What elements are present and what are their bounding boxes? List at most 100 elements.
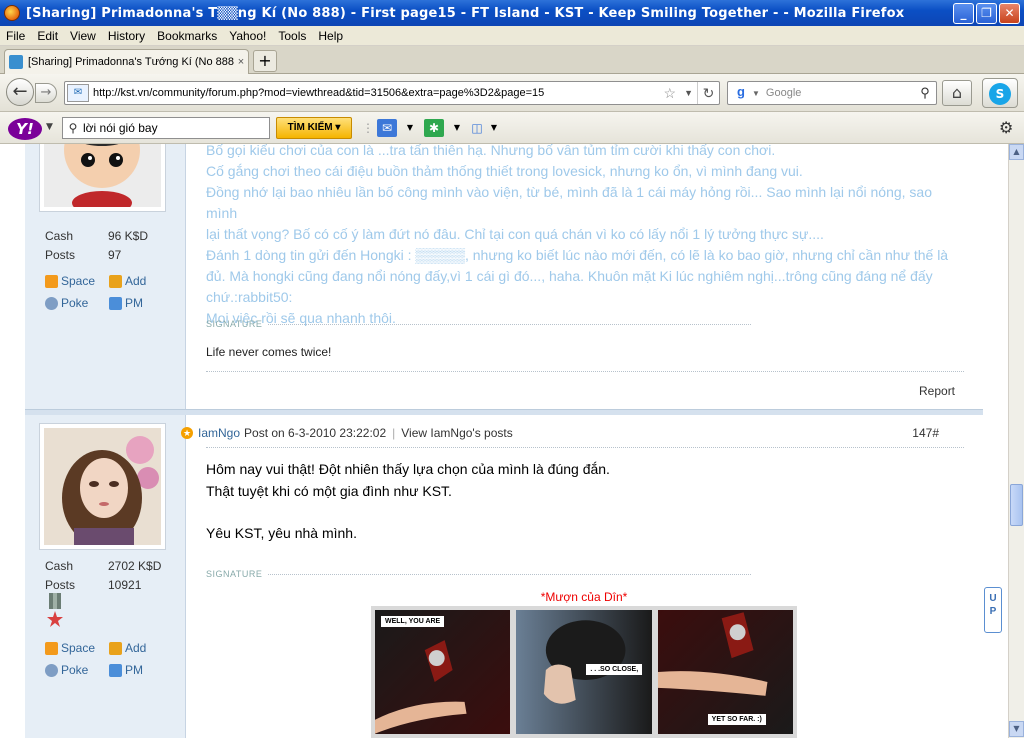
tab-label: [Sharing] Primadonna's Tướng Kí (No 888)… xyxy=(28,56,234,68)
menu-view[interactable]: View xyxy=(64,29,102,43)
post-message: Bố gọi kiểu chơi của con là ...tra tấn t… xyxy=(206,144,949,326)
poke-icon xyxy=(45,663,58,677)
cash-stat: Cash 96 K$D xyxy=(45,229,149,243)
posts-stat: Posts 10921 xyxy=(45,578,142,592)
signature-caption: *Mượn của Dîn* xyxy=(540,590,628,604)
divider xyxy=(206,371,964,372)
mail-icon[interactable]: ✉ xyxy=(377,119,397,137)
yahoo-dropdown-icon[interactable]: ▼ xyxy=(46,122,53,132)
report-link[interactable]: Report xyxy=(919,384,955,398)
yahoo-search-input[interactable]: lời nói gió bay xyxy=(83,121,158,135)
yahoo-toolbar: Y! ▼ ⚲ lời nói gió bay TÌM KIẾM ▾ ⋮ ✉ ▼ … xyxy=(0,112,1024,144)
add-friend-icon xyxy=(109,641,122,655)
site-identity-icon[interactable]: ✉ xyxy=(67,84,89,102)
post-author-sidebar: Cash 2702 K$D Posts 10921 Space Add Poke P… xyxy=(25,415,186,738)
google-engine-icon[interactable]: g xyxy=(732,84,750,102)
scroll-down-icon[interactable]: ▼ xyxy=(1009,721,1024,737)
mail-dropdown-icon[interactable]: ▼ xyxy=(400,119,420,137)
divider xyxy=(206,447,964,448)
post-author-sidebar: Cash 96 K$D Posts 97 Space Add Poke PM xyxy=(25,144,186,409)
add-friend-link[interactable]: Add xyxy=(109,274,146,288)
home-button[interactable]: ⌂ xyxy=(942,80,972,106)
skype-button[interactable]: S xyxy=(982,78,1018,108)
maximize-button[interactable]: ❐ xyxy=(976,2,997,24)
signature-header: SIGNATURE xyxy=(206,317,751,331)
minimize-button[interactable]: _ xyxy=(953,2,974,24)
poke-link[interactable]: Poke xyxy=(45,296,88,310)
comic-caption: WELL, YOU ARE xyxy=(381,616,445,627)
search-icon[interactable]: ⚲ xyxy=(914,85,936,101)
menu-bar: File Edit View History Bookmarks Yahoo! … xyxy=(0,26,1024,46)
post-header: ★ IamNgo Post on 6-3-2010 23:22:02 | Vie… xyxy=(181,423,939,443)
url-dropdown-icon[interactable]: ▼ xyxy=(680,88,697,98)
bookmark-star-icon[interactable]: ☆ xyxy=(660,85,681,102)
menu-yahoo[interactable]: Yahoo! xyxy=(223,29,272,43)
poke-icon xyxy=(45,296,58,310)
firefox-icon xyxy=(4,5,20,21)
avatar[interactable] xyxy=(39,144,166,215)
comic-panel: . . .SO CLOSE, xyxy=(516,610,652,734)
search-bar[interactable]: g ▼ Google ⚲ xyxy=(727,81,937,105)
post-body: Hôm nay vui thật! Đột nhiên thấy lựa chọ… xyxy=(206,458,964,544)
view-author-posts-link[interactable]: View IamNgo's posts xyxy=(401,426,512,440)
url-bar[interactable]: ✉ http://kst.vn/community/forum.php?mod=… xyxy=(64,81,720,105)
space-link[interactable]: Space xyxy=(45,274,95,288)
mail-icon xyxy=(109,663,122,677)
menu-edit[interactable]: Edit xyxy=(31,29,64,43)
home-icon xyxy=(45,274,58,288)
signature-header: SIGNATURE xyxy=(206,567,751,581)
menu-help[interactable]: Help xyxy=(312,29,349,43)
yahoo-search-icon: ⚲ xyxy=(68,121,78,135)
medal-icon xyxy=(47,593,63,627)
yahoo-search-button[interactable]: TÌM KIẾM ▾ xyxy=(276,117,352,139)
avatar-image xyxy=(44,428,161,546)
comic-panel: YET SO FAR. :) xyxy=(657,610,793,734)
tab-active[interactable]: [Sharing] Primadonna's Tướng Kí (No 888)… xyxy=(4,49,249,74)
space-link[interactable]: Space xyxy=(45,641,95,655)
add-friend-link[interactable]: Add xyxy=(109,641,146,655)
yahoo-logo-icon[interactable]: Y! xyxy=(8,118,42,140)
home-icon xyxy=(45,641,58,655)
new-tab-button[interactable]: + xyxy=(253,50,277,72)
posts-stat: Posts 97 xyxy=(45,248,122,262)
scroll-to-top-button[interactable]: U P xyxy=(984,587,1002,633)
pm-link[interactable]: PM xyxy=(109,296,143,310)
tab-close-icon[interactable]: × xyxy=(234,56,248,68)
url-input[interactable]: http://kst.vn/community/forum.php?mod=vi… xyxy=(93,87,660,99)
site-favicon-icon xyxy=(9,55,23,69)
window-title: [Sharing] Primadonna's T▒▒ng Kí (No 888)… xyxy=(26,5,905,21)
post-footer: SIGNATURE Life never comes twice! Report xyxy=(206,317,964,407)
comic-panel: WELL, YOU ARE xyxy=(375,610,511,734)
post-author-link[interactable]: IamNgo xyxy=(198,426,240,440)
engine-dropdown-icon[interactable]: ▼ xyxy=(752,89,760,98)
comic-caption: YET SO FAR. :) xyxy=(707,714,766,725)
bookmarks-dropdown-icon[interactable]: ▼ xyxy=(484,119,504,137)
messenger-icon[interactable]: ✱ xyxy=(424,119,444,137)
menu-tools[interactable]: Tools xyxy=(272,29,312,43)
poke-link[interactable]: Poke xyxy=(45,663,88,677)
scroll-to-top-label: U P xyxy=(989,593,997,617)
reload-icon[interactable]: ↻ xyxy=(697,82,719,104)
vertical-scrollbar[interactable]: ▲ ▼ xyxy=(1008,144,1024,738)
guitar-hand-image xyxy=(375,640,467,734)
back-button[interactable]: ← xyxy=(6,78,34,106)
avatar-image xyxy=(44,144,161,215)
search-input[interactable]: Google xyxy=(766,87,914,99)
close-button[interactable]: ✕ xyxy=(999,2,1020,24)
scroll-up-icon[interactable]: ▲ xyxy=(1009,144,1024,160)
messenger-dropdown-icon[interactable]: ▼ xyxy=(447,119,467,137)
menu-history[interactable]: History xyxy=(102,29,151,43)
gear-icon[interactable]: ⚙ xyxy=(999,118,1013,137)
forward-button[interactable]: → xyxy=(35,83,57,103)
cash-stat: Cash 2702 K$D xyxy=(45,559,162,573)
navigation-toolbar: ← → ✉ http://kst.vn/community/forum.php?… xyxy=(0,74,1024,112)
avatar[interactable] xyxy=(39,423,166,550)
post-number[interactable]: 147# xyxy=(912,426,939,440)
pm-link[interactable]: PM xyxy=(109,663,143,677)
scroll-thumb[interactable] xyxy=(1010,484,1023,526)
menu-file[interactable]: File xyxy=(0,29,31,43)
toolbar-grip-icon: ⋮ xyxy=(362,121,374,135)
yahoo-search-field[interactable]: ⚲ lời nói gió bay xyxy=(62,117,270,139)
post-message: Hôm nay vui thật! Đột nhiên thấy lựa chọ… xyxy=(206,461,610,541)
menu-bookmarks[interactable]: Bookmarks xyxy=(151,29,223,43)
